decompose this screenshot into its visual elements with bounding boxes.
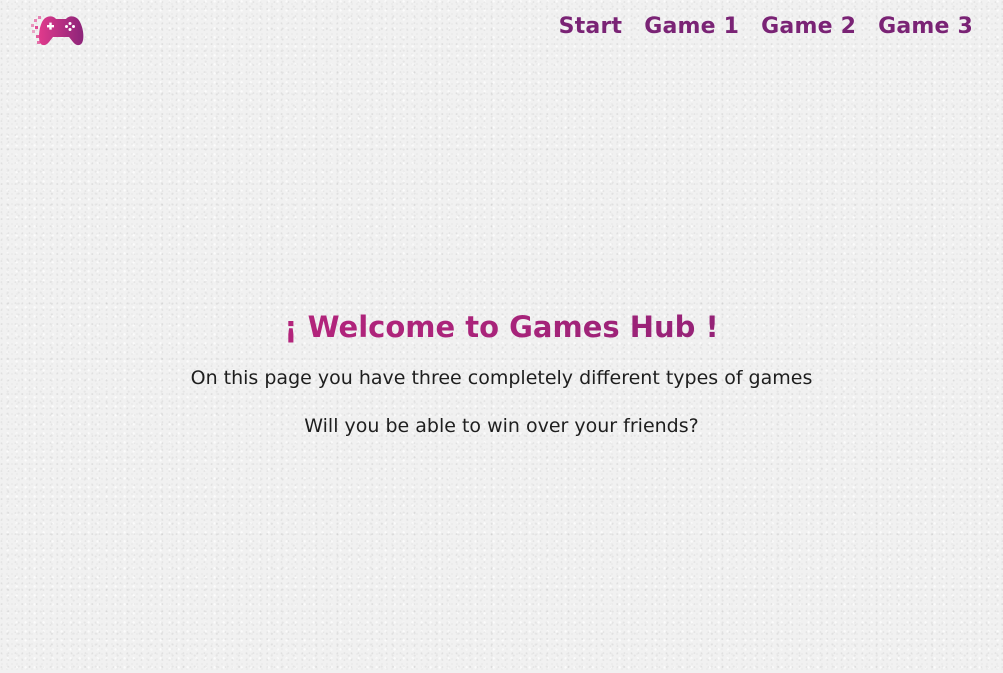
nav-link-start[interactable]: Start	[559, 14, 623, 39]
welcome-title: ¡ Welcome to Games Hub !	[0, 305, 1003, 349]
hero-section: ¡ Welcome to Games Hub ! On this page yo…	[0, 305, 1003, 439]
nav-link-game-1[interactable]: Game 1	[644, 14, 739, 39]
intro-text: On this page you have three completely d…	[190, 367, 813, 389]
nav-link-game-2[interactable]: Game 2	[761, 14, 856, 39]
gamepad-icon[interactable]	[30, 10, 86, 50]
main-nav: Start Game 1 Game 2 Game 3	[559, 14, 973, 39]
site-header: Start Game 1 Game 2 Game 3	[0, 0, 1003, 60]
challenge-text: Will you be able to win over your friend…	[304, 415, 699, 437]
nav-link-game-3[interactable]: Game 3	[878, 14, 973, 39]
